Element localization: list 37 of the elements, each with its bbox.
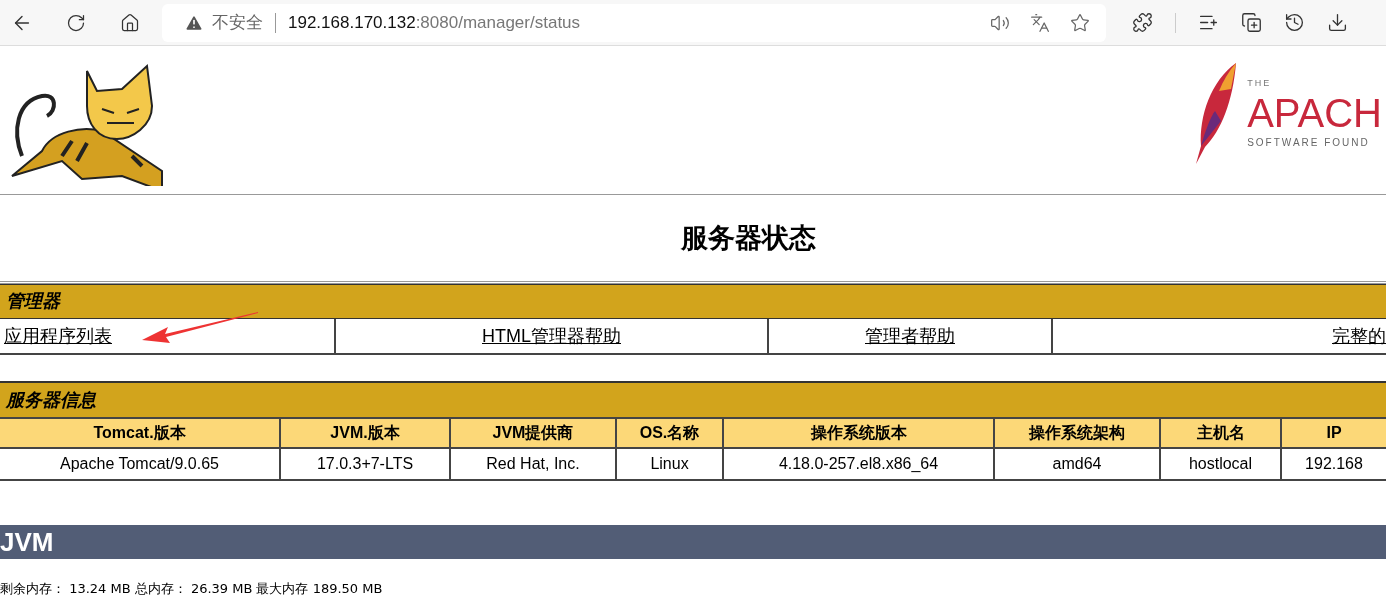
table-cell: amd64 [993,449,1159,479]
table-cell: Red Hat, Inc. [449,449,615,479]
table-cell: hostlocal [1159,449,1280,479]
section-heading: 管理器 [6,290,60,313]
column-header: 操作系统版本 [722,419,993,447]
security-label: 不安全 [212,11,263,34]
column-header: JVM提供商 [449,419,615,447]
extensions-icon[interactable] [1132,12,1153,33]
table-cell: 17.0.3+7-LTS [279,449,449,479]
download-icon[interactable] [1327,12,1348,33]
memory-text: 剩余内存： 13.24 MB 总内存： 26.39 MB 最大内存 189.50 MB [0,580,384,598]
address-field[interactable]: 不安全 192.168.170.132:8080/manager/status [162,3,1106,42]
logo-small-text: THE [1247,77,1273,91]
table-cell: Linux [615,449,722,479]
page-title: 服务器状态 [680,221,816,255]
url-text: 192.168.170.132:8080/manager/status [288,11,581,34]
section-heading: JVM [0,525,54,559]
column-header: Tomcat.版本 [92,423,187,443]
column-header: OS.名称 [615,419,722,447]
add-favorite-icon[interactable] [1070,12,1090,33]
nav-link[interactable]: 管理者帮助 [865,322,955,350]
logo-name-text: APACH [1247,90,1382,135]
table-cell-text: Apache Tomcat/9.0.65 [59,454,220,474]
column-header: JVM.版本 [279,419,449,447]
nav-link[interactable]: 完整的 [1332,322,1386,350]
table-cell: 192.168 [1280,449,1386,479]
history-icon[interactable] [1284,12,1305,33]
nav-link[interactable]: 应用程序列表 [4,322,112,350]
translate-icon[interactable] [1030,12,1050,33]
section-heading: 服务器信息 [6,388,96,412]
nav-link[interactable]: HTML管理器帮助 [482,322,621,350]
table-cell: 4.18.0-257.el8.x86_64 [722,449,993,479]
column-header: 主机名 [1159,419,1280,447]
column-header: 操作系统架构 [993,419,1159,447]
column-header: IP [1280,419,1386,447]
logo-tagline-text: SOFTWARE FOUND [1247,135,1371,150]
collections-icon[interactable] [1241,12,1262,33]
